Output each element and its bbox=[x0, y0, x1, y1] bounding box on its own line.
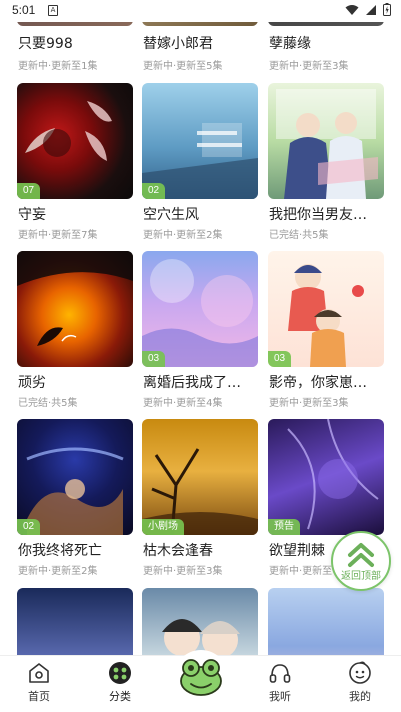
drama-title[interactable]: 守妄 bbox=[18, 204, 134, 224]
cover-art bbox=[276, 89, 378, 199]
episode-badge: 预告 bbox=[268, 519, 300, 535]
notification-icon: A bbox=[48, 5, 58, 16]
drama-meta: 更新中·更新至7集 bbox=[18, 230, 98, 241]
drama-meta: 更新中·更新至1集 bbox=[18, 61, 98, 72]
home-icon bbox=[29, 663, 49, 683]
bottom-tab-bar: 首页 分类 我听 我的 bbox=[0, 650, 401, 712]
center-frog-button[interactable] bbox=[174, 650, 228, 704]
drama-title[interactable]: 影帝，你家崽… bbox=[269, 372, 385, 392]
episode-badge: 02 bbox=[142, 183, 166, 199]
episode-badge: 07 bbox=[17, 183, 41, 199]
drama-title[interactable]: 孽藤缘 bbox=[269, 33, 385, 53]
signal-icon bbox=[366, 4, 376, 15]
tab-listen[interactable]: 我听 bbox=[250, 660, 310, 704]
wifi-icon bbox=[345, 4, 359, 15]
drama-title[interactable]: 只要998 bbox=[18, 33, 134, 53]
drama-title[interactable]: 替嫁小郎君 bbox=[143, 33, 259, 53]
drama-meta: 已完结·共5集 bbox=[269, 230, 329, 241]
tab-category[interactable]: 分类 bbox=[90, 660, 150, 704]
frog-icon bbox=[180, 659, 222, 696]
profile-face-icon bbox=[349, 661, 371, 684]
tab-mine[interactable]: 我的 bbox=[330, 660, 390, 704]
category-icon bbox=[109, 662, 131, 684]
drama-cover[interactable]: 小剧场 bbox=[142, 419, 258, 535]
drama-title[interactable]: 你我终将死亡 bbox=[18, 540, 134, 560]
drama-cover[interactable]: 02 bbox=[17, 419, 133, 535]
tab-mine-label: 我的 bbox=[349, 690, 371, 703]
drama-cover[interactable] bbox=[17, 251, 133, 367]
cover-art bbox=[25, 101, 112, 161]
drama-cover[interactable]: 预告 bbox=[268, 419, 384, 535]
cover-art bbox=[17, 251, 133, 346]
drama-title[interactable]: 枯木会逢春 bbox=[143, 540, 259, 560]
drama-meta: 更新中·更新至 bbox=[269, 566, 333, 577]
cover-art bbox=[288, 264, 364, 367]
drama-cover[interactable] bbox=[268, 83, 384, 199]
drama-title[interactable]: 我把你当男友… bbox=[269, 204, 385, 224]
cover-art bbox=[162, 619, 240, 655]
drama-cover[interactable]: 03 bbox=[268, 251, 384, 367]
drama-cover[interactable]: 07 bbox=[17, 83, 133, 199]
drama-meta: 更新中·更新至3集 bbox=[269, 61, 349, 72]
back-to-top-label: 返回顶部 bbox=[341, 570, 381, 582]
episode-badge: 02 bbox=[17, 519, 41, 535]
cover-art bbox=[142, 448, 258, 535]
cover-art bbox=[142, 259, 258, 367]
back-to-top-button[interactable]: 返回顶部 bbox=[331, 531, 391, 591]
drama-title[interactable]: 顽劣 bbox=[18, 372, 134, 392]
episode-badge: 03 bbox=[268, 351, 292, 367]
drama-meta: 更新中·更新至2集 bbox=[143, 230, 223, 241]
drama-meta: 更新中·更新至2集 bbox=[18, 566, 98, 577]
status-icons bbox=[345, 3, 391, 16]
headphones-icon bbox=[269, 664, 291, 683]
drama-meta: 更新中·更新至5集 bbox=[143, 61, 223, 72]
tab-home[interactable]: 首页 bbox=[9, 660, 69, 704]
status-bar: 5:01 A bbox=[0, 0, 401, 22]
drama-meta: 更新中·更新至3集 bbox=[143, 566, 223, 577]
battery-icon bbox=[383, 3, 391, 16]
drama-meta: 更新中·更新至4集 bbox=[143, 398, 223, 409]
drama-cover[interactable]: 02 bbox=[142, 83, 258, 199]
episode-badge: 03 bbox=[142, 351, 166, 367]
tab-category-label: 分类 bbox=[109, 690, 131, 703]
drama-cover[interactable] bbox=[268, 588, 384, 655]
drama-cover[interactable]: 03 bbox=[142, 251, 258, 367]
status-time: 5:01 bbox=[12, 3, 36, 17]
cover-art bbox=[142, 123, 258, 199]
cover-art bbox=[287, 419, 379, 530]
drama-cover[interactable] bbox=[17, 588, 133, 655]
double-chevron-up-icon bbox=[348, 542, 374, 567]
drama-title[interactable]: 空穴生风 bbox=[143, 204, 259, 224]
tab-listen-label: 我听 bbox=[269, 690, 291, 703]
drama-title[interactable]: 离婚后我成了… bbox=[143, 372, 259, 392]
drama-meta: 已完结·共5集 bbox=[18, 398, 78, 409]
drama-cover[interactable] bbox=[142, 588, 258, 655]
episode-badge: 小剧场 bbox=[142, 519, 184, 535]
tab-home-label: 首页 bbox=[28, 690, 50, 703]
cover-art bbox=[26, 447, 124, 535]
drama-meta: 更新中·更新至3集 bbox=[269, 398, 349, 409]
